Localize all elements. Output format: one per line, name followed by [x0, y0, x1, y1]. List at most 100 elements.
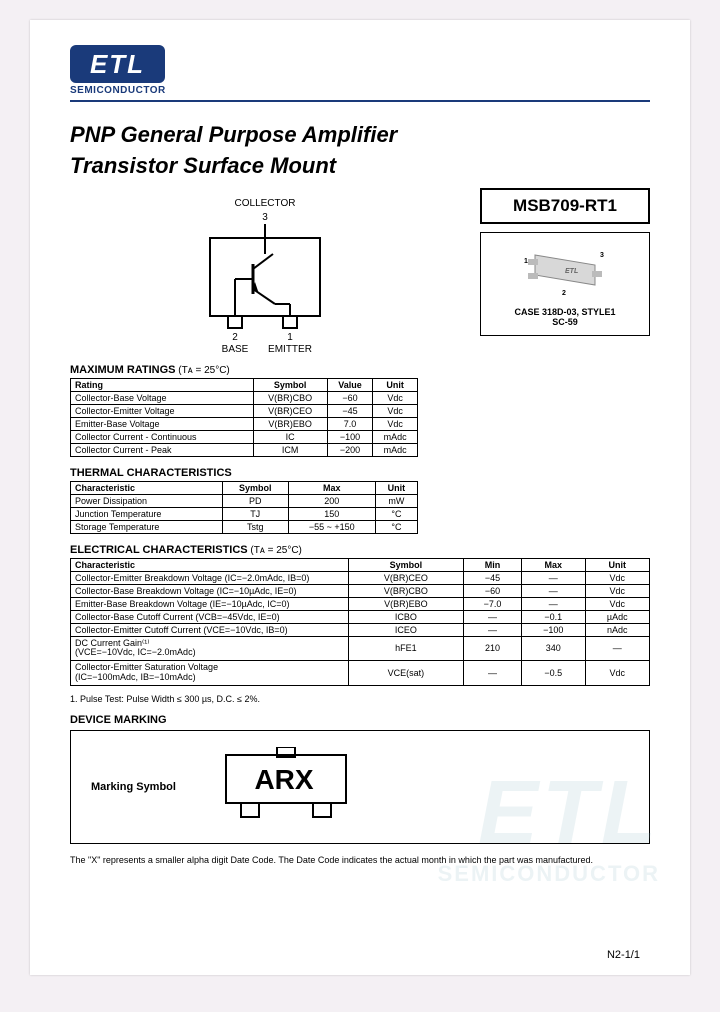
- cell-unit: Vdc: [585, 584, 649, 597]
- brand-subtext: SEMICONDUCTOR: [70, 85, 650, 96]
- cell-max: —: [522, 584, 586, 597]
- cell-symbol: V(BR)EBO: [348, 597, 463, 610]
- electrical-header: ELECTRICAL CHARACTERISTICS (Tᴀ = 25°C): [70, 544, 650, 556]
- table-row: Collector-Base Cutoff Current (VCB=−45Vd…: [71, 610, 650, 623]
- part-number-box: MSB709-RT1: [480, 188, 650, 224]
- col-characteristic: Characteristic: [71, 481, 223, 494]
- cell-char: Junction Temperature: [71, 507, 223, 520]
- cell-unit: Vdc: [585, 571, 649, 584]
- datasheet-page: ETL SEMICONDUCTOR PNP General Purpose Am…: [30, 20, 690, 975]
- cell-char: Collector-Emitter Cutoff Current (VCE=−1…: [71, 623, 349, 636]
- cell-unit: µAdc: [585, 610, 649, 623]
- marking-package-icon: ARX: [206, 747, 366, 827]
- cell-char: Power Dissipation: [71, 494, 223, 507]
- title-line-1: PNP General Purpose Amplifier: [70, 122, 397, 147]
- pin-number-2: 2: [232, 332, 238, 343]
- cell-value: −60: [327, 391, 372, 404]
- cell-char: Collector-Emitter Saturation Voltage(IC=…: [71, 661, 349, 686]
- cell-max: −55 ~ +150: [288, 520, 375, 533]
- cell-char: Collector-Base Breakdown Voltage (IC=−10…: [71, 584, 349, 597]
- cell-symbol: V(BR)CBO: [348, 584, 463, 597]
- col-symbol: Symbol: [253, 378, 327, 391]
- table-row: Collector-Emitter Saturation Voltage(IC=…: [71, 661, 650, 686]
- cell-unit: Vdc: [373, 391, 418, 404]
- cell-max: —: [522, 597, 586, 610]
- col-unit: Unit: [373, 378, 418, 391]
- cell-max: —: [522, 571, 586, 584]
- pulse-test-note: 1. Pulse Test: Pulse Width ≤ 300 µs, D.C…: [70, 694, 650, 704]
- electrical-table: Characteristic Symbol Min Max Unit Colle…: [70, 558, 650, 687]
- pin-number-3: 3: [262, 212, 268, 223]
- table-row: Emitter-Base VoltageV(BR)EBO7.0Vdc: [71, 417, 418, 430]
- col-symbol: Symbol: [222, 481, 288, 494]
- transistor-symbol-icon: COLLECTOR 3 2 1 BASE EMITTER: [175, 194, 355, 354]
- cell-char: Collector-Base Cutoff Current (VCB=−45Vd…: [71, 610, 349, 623]
- cell-max: 200: [288, 494, 375, 507]
- device-marking-header: DEVICE MARKING: [70, 714, 650, 726]
- pin-label-emitter: EMITTER: [268, 344, 312, 354]
- svg-text:3: 3: [600, 252, 604, 259]
- cell-max: −100: [522, 623, 586, 636]
- table-row: Emitter-Base Breakdown Voltage (IE=−10µA…: [71, 597, 650, 610]
- svg-text:ETL: ETL: [565, 268, 578, 275]
- cell-symbol: PD: [222, 494, 288, 507]
- cell-symbol: IC: [253, 430, 327, 443]
- cell-value: 7.0: [327, 417, 372, 430]
- cell-rating: Collector Current - Continuous: [71, 430, 254, 443]
- cell-rating: Emitter-Base Voltage: [71, 417, 254, 430]
- table-row: Collector-Emitter Breakdown Voltage (IC=…: [71, 571, 650, 584]
- cell-min: −60: [463, 584, 521, 597]
- cell-min: −45: [463, 571, 521, 584]
- cell-symbol: ICM: [253, 443, 327, 456]
- cell-min: −7.0: [463, 597, 521, 610]
- cell-char: DC Current Gain⁽¹⁾(VCE=−10Vdc, IC=−2.0mA…: [71, 636, 349, 661]
- cell-unit: mAdc: [373, 443, 418, 456]
- table-row: Collector Current - ContinuousIC−100mAdc: [71, 430, 418, 443]
- cell-symbol: V(BR)CEO: [253, 404, 327, 417]
- date-code-note: The "X" represents a smaller alpha digit…: [70, 854, 650, 867]
- brand-header: ETL SEMICONDUCTOR: [70, 45, 650, 96]
- title-line-2: Transistor Surface Mount: [70, 153, 336, 178]
- col-unit: Unit: [375, 481, 417, 494]
- cell-symbol: Tstg: [222, 520, 288, 533]
- cell-min: —: [463, 623, 521, 636]
- package-case-label: CASE 318D-03, STYLE1: [487, 307, 643, 317]
- cell-symbol: VCE(sat): [348, 661, 463, 686]
- marking-code: ARX: [254, 764, 313, 795]
- cell-char: Storage Temperature: [71, 520, 223, 533]
- pinout-schematic: COLLECTOR 3 2 1 BASE EMITTER: [70, 188, 460, 354]
- col-characteristic: Characteristic: [71, 558, 349, 571]
- cell-symbol: hFE1: [348, 636, 463, 661]
- cell-rating: Collector-Base Voltage: [71, 391, 254, 404]
- cell-symbol: ICEO: [348, 623, 463, 636]
- marking-symbol-label: Marking Symbol: [91, 781, 176, 793]
- table-row: Collector-Emitter Cutoff Current (VCE=−1…: [71, 623, 650, 636]
- col-unit: Unit: [585, 558, 649, 571]
- col-rating: Rating: [71, 378, 254, 391]
- cell-unit: —: [585, 636, 649, 661]
- cell-max: −0.5: [522, 661, 586, 686]
- pin-number-1: 1: [287, 332, 293, 343]
- cell-value: −200: [327, 443, 372, 456]
- cell-char: Emitter-Base Breakdown Voltage (IE=−10µA…: [71, 597, 349, 610]
- cell-unit: °C: [375, 507, 417, 520]
- cell-max: 340: [522, 636, 586, 661]
- cell-char: Collector-Emitter Breakdown Voltage (IC=…: [71, 571, 349, 584]
- cell-unit: mAdc: [373, 430, 418, 443]
- cell-min: 210: [463, 636, 521, 661]
- page-title: PNP General Purpose Amplifier Transistor…: [70, 120, 650, 182]
- package-outline-icon: ETL 3 1 2: [510, 245, 620, 300]
- cell-unit: mW: [375, 494, 417, 507]
- cell-value: −45: [327, 404, 372, 417]
- thermal-header: THERMAL CHARACTERISTICS: [70, 467, 650, 479]
- cell-max: 150: [288, 507, 375, 520]
- page-number: N2-1/1: [607, 949, 640, 961]
- svg-text:2: 2: [562, 290, 566, 297]
- table-row: Collector-Emitter VoltageV(BR)CEO−45Vdc: [71, 404, 418, 417]
- cell-unit: Vdc: [585, 661, 649, 686]
- col-min: Min: [463, 558, 521, 571]
- cell-rating: Collector Current - Peak: [71, 443, 254, 456]
- package-info-box: ETL 3 1 2 CASE 318D-03, STYLE1 SC-59: [480, 232, 650, 336]
- col-max: Max: [288, 481, 375, 494]
- table-row: Power DissipationPD200mW: [71, 494, 418, 507]
